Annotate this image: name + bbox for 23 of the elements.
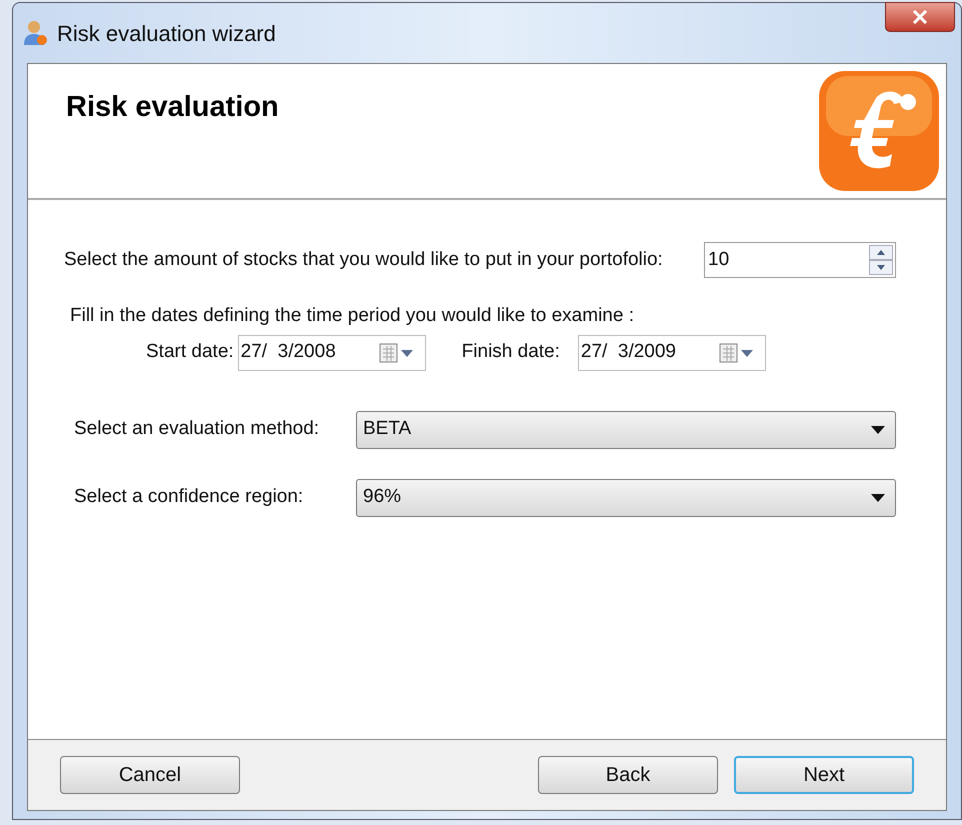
close-icon — [912, 10, 928, 24]
euro-logo-icon — [816, 68, 942, 194]
dropdown-select[interactable]: 96% — [356, 478, 896, 516]
wizard-button[interactable]: Next — [734, 756, 914, 794]
date-label: Start date: — [146, 340, 234, 364]
spin-arrows-icon[interactable] — [869, 245, 893, 275]
wizard-button[interactable]: Cancel — [60, 756, 240, 794]
select-label: Select a confidence region: — [74, 485, 304, 510]
dropdown-caret-icon — [871, 494, 885, 502]
stocks-label: Select the amount of stocks that you would like to put in your portofolio: — [64, 248, 663, 272]
select-label: Select an evaluation method: — [74, 417, 320, 442]
date-picker-field[interactable]: 27/ 3/2009 — [578, 334, 766, 370]
window-title: Risk evaluation wizard — [57, 20, 276, 48]
dropdown-caret-icon — [871, 426, 885, 434]
date-picker-field[interactable]: 27/ 3/2008 — [238, 334, 426, 370]
user-icon — [23, 19, 49, 47]
page-heading: Risk evaluation — [66, 90, 279, 125]
stocks-spin-field[interactable]: 10 — [704, 242, 896, 278]
close-button[interactable] — [885, 2, 955, 32]
dates-instruction: Fill in the dates defining the time period you would like to examine : — [70, 304, 635, 328]
dropdown-select[interactable]: BETA — [356, 410, 896, 448]
date-label: Finish date: — [462, 340, 560, 364]
wizard-button[interactable]: Back — [538, 756, 718, 794]
